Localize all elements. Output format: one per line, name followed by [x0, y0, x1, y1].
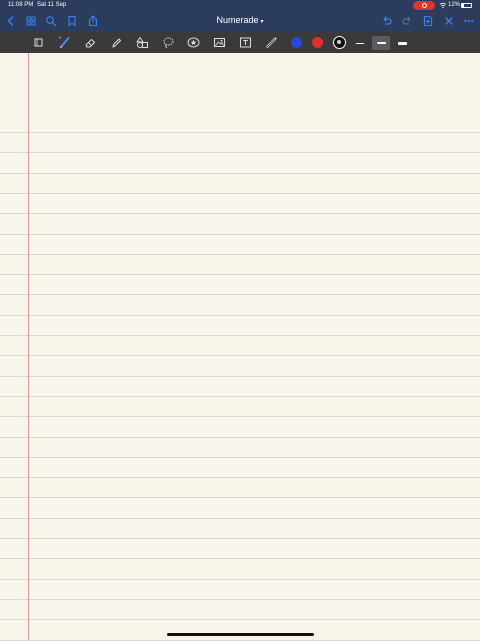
ruled-line — [0, 497, 480, 498]
color-swatch-blue[interactable] — [291, 37, 302, 48]
document-title[interactable]: Numerade ▾ — [216, 15, 263, 25]
back-button[interactable] — [4, 14, 18, 28]
ruled-line — [0, 355, 480, 356]
chevron-left-icon — [7, 16, 14, 26]
ruled-line — [0, 558, 480, 559]
home-indicator[interactable] — [167, 633, 314, 636]
eraser-tool[interactable] — [83, 35, 98, 50]
thumbnails-button[interactable] — [24, 14, 38, 28]
ruled-line — [0, 437, 480, 438]
shapes-icon — [136, 37, 148, 48]
ruled-line — [0, 538, 480, 539]
ruled-line — [0, 518, 480, 519]
ruled-line — [0, 416, 480, 417]
search-icon — [46, 16, 57, 27]
ruled-line — [0, 619, 480, 620]
ruled-line — [0, 193, 480, 194]
ruled-line — [0, 234, 480, 235]
pen-icon — [59, 36, 70, 48]
status-bar: 11:08 PM Sat 11 Sep 12% — [0, 0, 480, 11]
ruled-line — [0, 152, 480, 153]
ruled-line — [0, 457, 480, 458]
ruled-line — [0, 132, 480, 133]
share-icon — [88, 15, 98, 27]
color-swatch-black[interactable] — [333, 36, 346, 49]
close-icon — [445, 17, 453, 25]
status-time: 11:08 PM — [8, 2, 34, 8]
ruled-line — [0, 315, 480, 316]
stroke-medium[interactable] — [372, 36, 390, 50]
close-button[interactable] — [442, 14, 456, 28]
ruled-line — [0, 274, 480, 275]
laser-pointer-icon — [266, 37, 277, 48]
chevron-down-icon: ▾ — [260, 19, 264, 25]
more-icon — [464, 19, 474, 23]
page-tool[interactable] — [31, 35, 46, 50]
share-button[interactable] — [86, 14, 100, 28]
ruled-line — [0, 477, 480, 478]
grid-icon — [26, 16, 36, 26]
annotation-toolbar — [0, 32, 480, 53]
lasso-tool[interactable] — [161, 35, 176, 50]
laser-pointer-tool[interactable] — [264, 35, 279, 50]
battery-icon — [461, 3, 472, 8]
ruled-line — [0, 335, 480, 336]
nav-bar: Numerade ▾ — [0, 11, 480, 32]
eraser-icon — [85, 39, 95, 48]
ruled-line — [0, 599, 480, 600]
highlighter-tool[interactable] — [109, 35, 124, 50]
undo-icon — [383, 16, 392, 25]
sticker-tool[interactable] — [186, 35, 201, 50]
ruled-line — [0, 254, 480, 255]
wifi-icon — [439, 2, 447, 9]
search-button[interactable] — [44, 14, 58, 28]
image-tool[interactable] — [212, 35, 227, 50]
ruled-line — [0, 376, 480, 377]
shapes-tool[interactable] — [135, 35, 150, 50]
battery-percentage: 12% — [448, 2, 461, 8]
text-tool[interactable] — [238, 35, 253, 50]
ruled-line — [0, 173, 480, 174]
ruled-line — [0, 294, 480, 295]
bookmark-icon — [68, 15, 76, 27]
redo-icon — [402, 16, 411, 25]
image-icon — [214, 38, 225, 47]
screen-recording-indicator[interactable] — [413, 1, 435, 10]
add-page-icon — [423, 15, 433, 27]
highlighter-icon — [112, 38, 121, 48]
add-page-button[interactable] — [421, 14, 435, 28]
stroke-thin[interactable] — [351, 36, 369, 50]
ruled-line — [0, 396, 480, 397]
pen-tool[interactable] — [57, 35, 72, 50]
bookmark-button[interactable] — [65, 14, 79, 28]
page-icon — [34, 38, 43, 47]
sticker-icon — [187, 37, 200, 48]
redo-button[interactable] — [400, 14, 414, 28]
ruled-line — [0, 213, 480, 214]
lasso-icon — [163, 37, 174, 48]
status-date: Sat 11 Sep — [37, 2, 67, 8]
more-button[interactable] — [462, 14, 476, 28]
ruled-line — [0, 579, 480, 580]
undo-button[interactable] — [380, 14, 394, 28]
margin-line — [28, 53, 29, 640]
color-swatch-red[interactable] — [312, 37, 323, 48]
stroke-thick[interactable] — [393, 36, 411, 50]
text-icon — [240, 37, 251, 48]
notebook-page[interactable] — [0, 53, 480, 641]
